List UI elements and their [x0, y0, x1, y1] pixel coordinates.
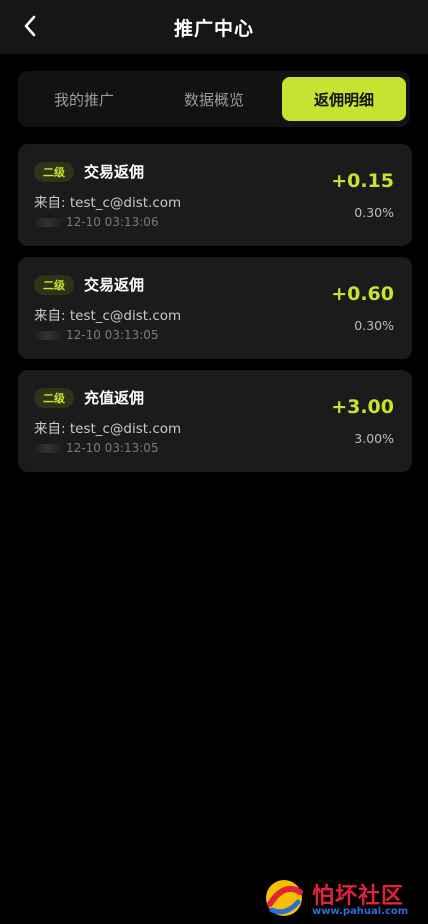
- record-time-row: 12-10 03:13:05: [34, 328, 159, 342]
- record-rate: 0.30%: [354, 318, 394, 333]
- record-title: 交易返佣: [84, 163, 145, 181]
- page-title: 推广中心: [173, 18, 254, 40]
- record-source: 来自: test_c@dist.com: [34, 421, 182, 437]
- record-time: 12-10 03:13:06: [66, 215, 159, 229]
- tab-my-promotion[interactable]: 我的推广: [22, 77, 146, 121]
- level-badge: 二级: [34, 162, 74, 182]
- record-title: 交易返佣: [84, 276, 145, 294]
- record-amount: +3.00: [331, 396, 394, 418]
- redacted-blur: [34, 330, 64, 340]
- top-bar: 推广中心: [0, 0, 428, 54]
- tab-bar: 我的推广 数据概览 返佣明细: [18, 71, 410, 127]
- record-rate: 3.00%: [354, 431, 394, 446]
- record-time-row: 12-10 03:13:05: [34, 441, 159, 455]
- commission-record[interactable]: 二级 交易返佣 来自: test_c@dist.com 12-10 03:13:…: [18, 144, 412, 246]
- record-source: 来自: test_c@dist.com: [34, 195, 182, 211]
- record-amount: +0.60: [331, 283, 394, 305]
- record-amount: +0.15: [331, 170, 394, 192]
- watermark-logo-icon: [266, 880, 303, 916]
- record-source: 来自: test_c@dist.com: [34, 308, 182, 324]
- record-time: 12-10 03:13:05: [66, 441, 159, 455]
- record-time: 12-10 03:13:05: [66, 328, 159, 342]
- watermark: 怕坏社区 www.pahuai.com: [262, 876, 422, 920]
- tab-commission-details[interactable]: 返佣明细: [282, 77, 406, 121]
- record-title: 充值返佣: [84, 389, 145, 407]
- commission-record[interactable]: 二级 交易返佣 来自: test_c@dist.com 12-10 03:13:…: [18, 257, 412, 359]
- record-time-row: 12-10 03:13:06: [34, 215, 159, 229]
- level-badge: 二级: [34, 388, 74, 408]
- record-rate: 0.30%: [354, 205, 394, 220]
- redacted-blur: [34, 443, 64, 453]
- watermark-url: www.pahuai.com: [312, 906, 409, 917]
- tab-data-overview[interactable]: 数据概览: [152, 77, 276, 121]
- commission-record[interactable]: 二级 充值返佣 来自: test_c@dist.com 12-10 03:13:…: [18, 370, 412, 472]
- redacted-blur: [34, 217, 64, 227]
- level-badge: 二级: [34, 275, 74, 295]
